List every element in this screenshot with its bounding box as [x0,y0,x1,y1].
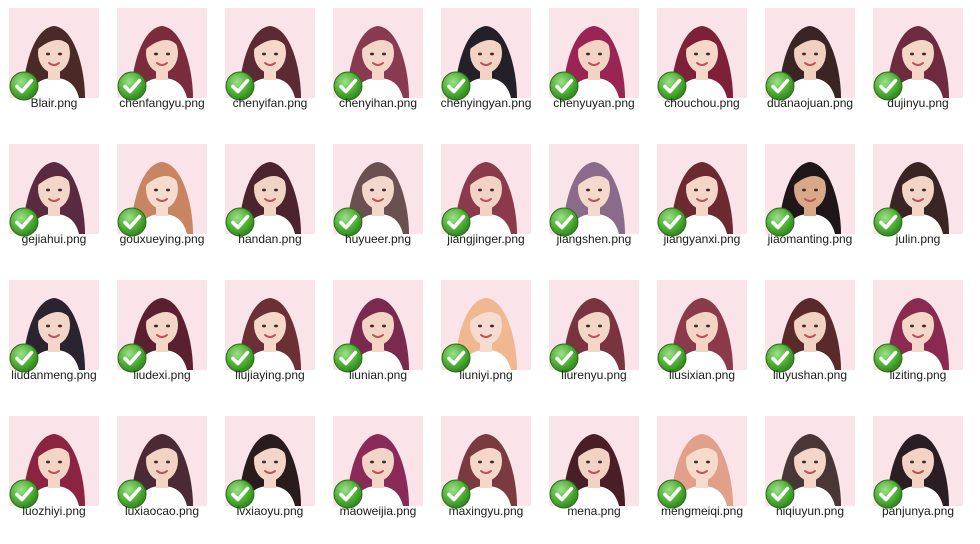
file-item[interactable]: mena.png [540,408,648,544]
file-item[interactable]: lvxiaoyu.png [216,408,324,544]
file-name-label: huyueer.png [344,232,412,246]
file-item[interactable]: liujiaying.png [216,272,324,408]
file-name-label: chenyihan.png [338,96,418,110]
file-name-label: liurenyu.png [561,368,627,382]
file-item[interactable]: julin.png [864,136,972,272]
file-item[interactable]: Blair.png [0,0,108,136]
file-name-label: niqiuyun.png [775,504,845,518]
file-name-label: liuyushan.png [772,368,848,382]
file-item[interactable]: jiangjinger.png [432,136,540,272]
file-name-label: handan.png [238,232,302,246]
file-item[interactable]: huyueer.png [324,136,432,272]
file-item[interactable]: jiaomanting.png [756,136,864,272]
file-item[interactable]: luxiaocao.png [108,408,216,544]
file-item[interactable]: gejiahui.png [0,136,108,272]
file-name-label: jiangshen.png [556,232,632,246]
file-item[interactable]: liuniyi.png [432,272,540,408]
file-name-label: jiangyanxi.png [663,232,741,246]
file-name-label: maoweijia.png [339,504,417,518]
file-name-label: gejiahui.png [21,232,87,246]
file-item[interactable]: duanaojuan.png [756,0,864,136]
file-name-label: chenyingyan.png [440,96,532,110]
file-item[interactable]: chenyihan.png [324,0,432,136]
file-name-label: liziting.png [889,368,947,382]
file-item[interactable]: chenyingyan.png [432,0,540,136]
file-item[interactable]: liunian.png [324,272,432,408]
file-name-label: luxiaocao.png [124,504,200,518]
file-name-label: chenfangyu.png [119,96,205,110]
file-name-label: mengmeiqi.png [660,504,744,518]
file-item[interactable]: jiangshen.png [540,136,648,272]
file-grid: Blair.png chenfangyu.png chenyifan.png c… [0,0,980,525]
file-name-label: luozhiyi.png [22,504,86,518]
file-item[interactable]: chenyifan.png [216,0,324,136]
file-name-label: liudexi.png [133,368,191,382]
file-item[interactable]: panjunya.png [864,408,972,544]
file-name-label: lvxiaoyu.png [236,504,304,518]
file-item[interactable]: jiangyanxi.png [648,136,756,272]
file-name-label: Blair.png [30,96,78,110]
file-name-label: chenyuyan.png [553,96,635,110]
file-name-label: gouxueying.png [119,232,205,246]
file-item[interactable]: maxingyu.png [432,408,540,544]
file-name-label: liunian.png [348,368,408,382]
file-name-label: julin.png [895,232,941,246]
file-name-label: jiangjinger.png [447,232,525,246]
file-name-label: mena.png [567,504,621,518]
file-name-label: panjunya.png [881,504,955,518]
file-item[interactable]: dujinyu.png [864,0,972,136]
file-item[interactable]: chenfangyu.png [108,0,216,136]
file-item[interactable]: maoweijia.png [324,408,432,544]
file-item[interactable]: chenyuyan.png [540,0,648,136]
file-name-label: liuniyi.png [459,368,513,382]
file-name-label: jiaomanting.png [767,232,853,246]
file-name-label: chenyifan.png [232,96,308,110]
file-item[interactable]: liurenyu.png [540,272,648,408]
file-item[interactable]: gouxueying.png [108,136,216,272]
file-name-label: liudanmeng.png [11,368,97,382]
file-name-label: maxingyu.png [448,504,524,518]
file-name-label: dujinyu.png [887,96,949,110]
file-item[interactable]: chouchou.png [648,0,756,136]
file-name-label: liusixian.png [668,368,736,382]
file-name-label: duanaojuan.png [766,96,854,110]
file-item[interactable]: liziting.png [864,272,972,408]
file-name-label: chouchou.png [664,96,740,110]
file-item[interactable]: handan.png [216,136,324,272]
file-item[interactable]: liusixian.png [648,272,756,408]
file-name-label: liujiaying.png [235,368,305,382]
file-item[interactable]: mengmeiqi.png [648,408,756,544]
file-item[interactable]: liudexi.png [108,272,216,408]
file-item[interactable]: luozhiyi.png [0,408,108,544]
file-item[interactable]: liudanmeng.png [0,272,108,408]
file-item[interactable]: liuyushan.png [756,272,864,408]
file-item[interactable]: niqiuyun.png [756,408,864,544]
